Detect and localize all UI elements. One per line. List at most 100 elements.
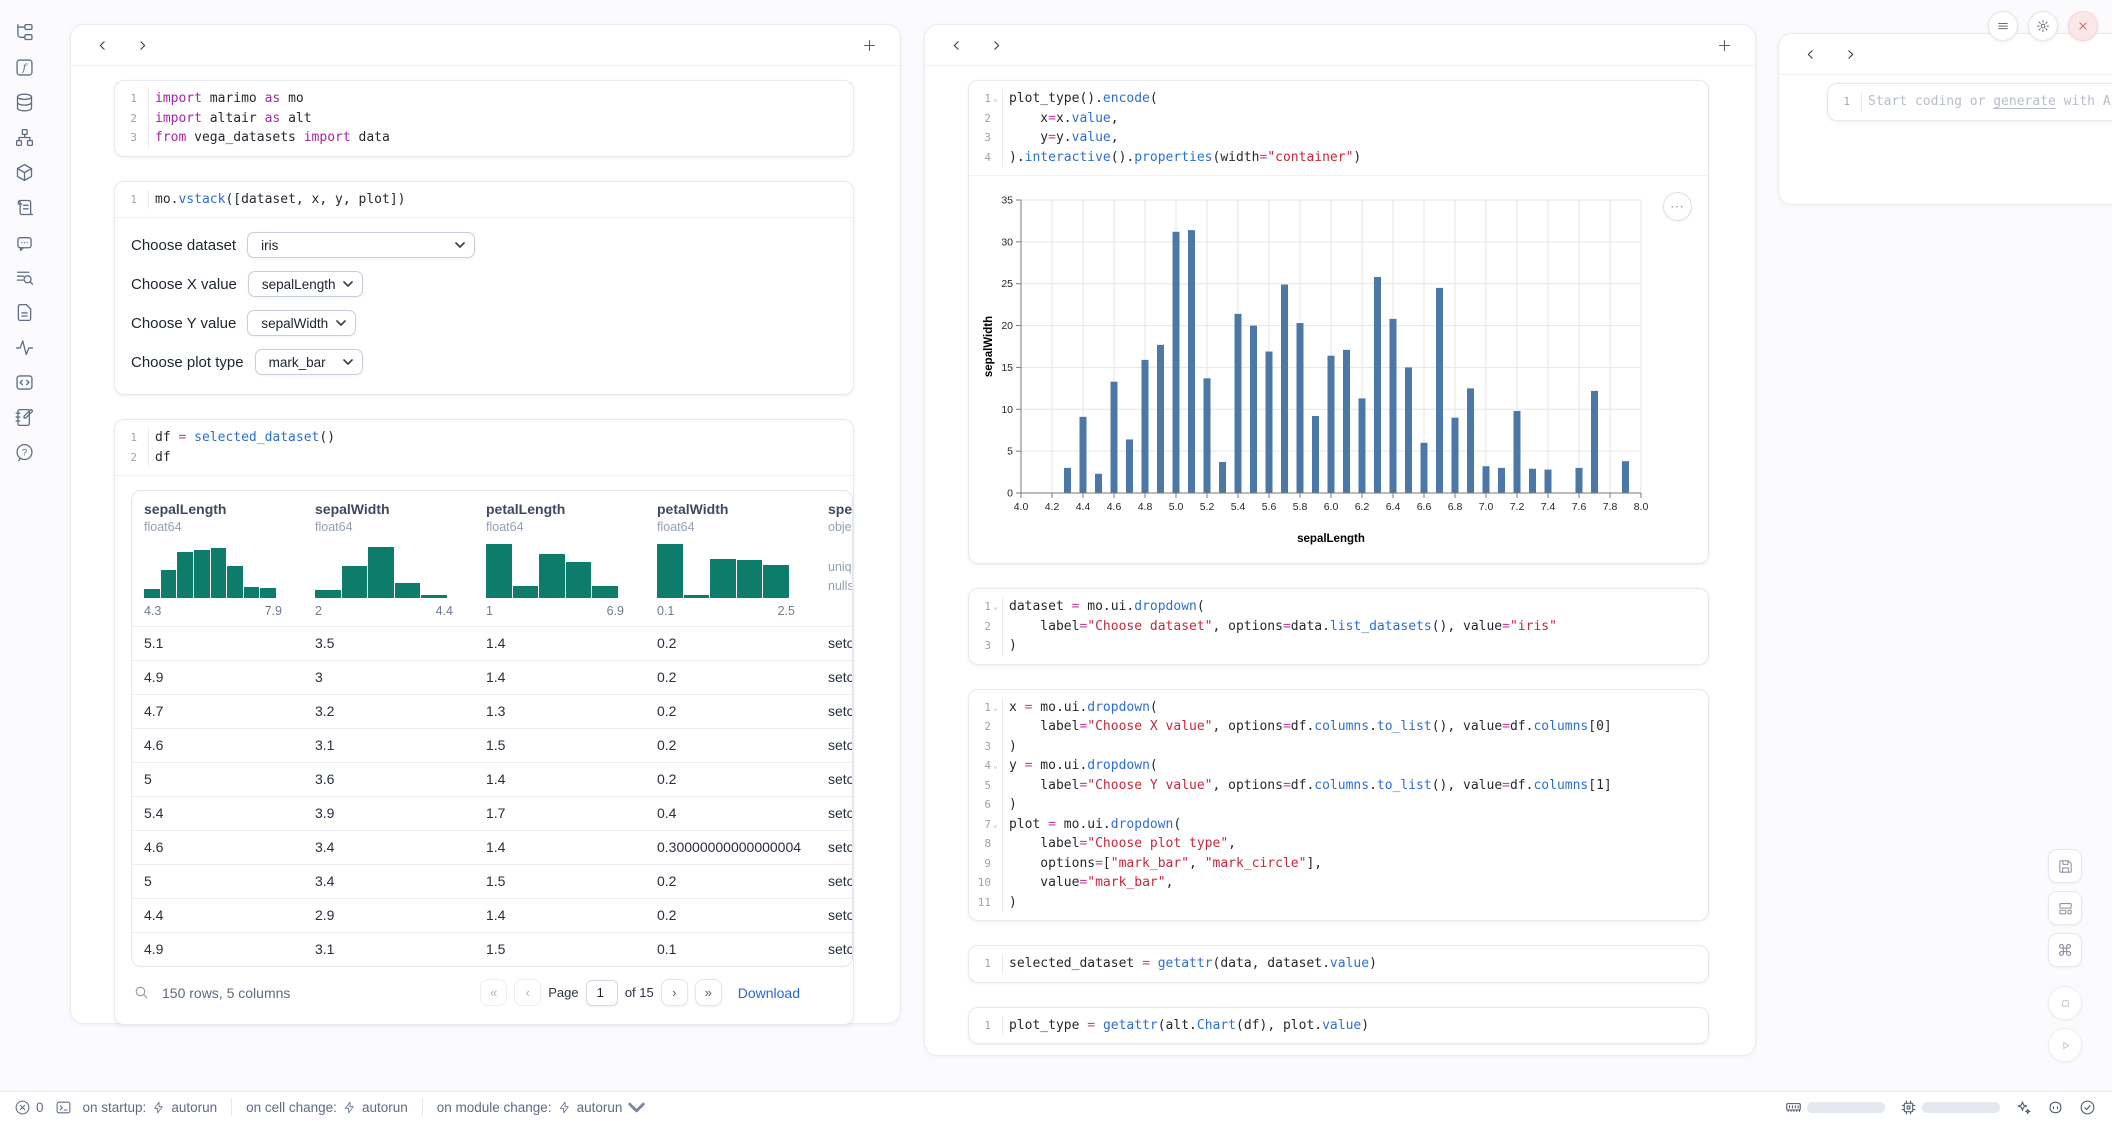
column-scroll-left-icon[interactable] xyxy=(89,32,115,58)
copilot-icon[interactable] xyxy=(2047,1099,2064,1116)
svg-text:7.2: 7.2 xyxy=(1510,501,1525,513)
download-button[interactable]: Download xyxy=(738,985,805,1001)
cell-plot-type[interactable]: 1plot_type = getattr(alt.Chart(df), plot… xyxy=(968,1007,1709,1045)
cell-plot[interactable]: 1⌄plot_type().encode(2 x=x.value,3 y=y.v… xyxy=(968,80,1709,564)
connection-check-icon[interactable] xyxy=(2079,1099,2096,1116)
column-scroll-left-icon[interactable] xyxy=(943,32,969,58)
scroll-icon[interactable] xyxy=(13,196,36,219)
control-label: Choose Y value xyxy=(131,315,236,332)
tracing-icon[interactable] xyxy=(13,336,36,359)
cell-xy-plot-dropdowns[interactable]: 1⌄x = mo.ui.dropdown(2 label="Choose X v… xyxy=(968,689,1709,922)
save-icon[interactable] xyxy=(2048,849,2082,883)
table-row[interactable]: 53.41.50.2setosa xyxy=(132,864,852,898)
run-icon[interactable] xyxy=(2048,1028,2082,1062)
dropdown-select[interactable]: iris xyxy=(247,232,475,258)
first-page-button[interactable]: « xyxy=(480,979,507,1006)
cell-selected-dataset[interactable]: 1selected_dataset = getattr(data, datase… xyxy=(968,945,1709,983)
dependency-graph-icon[interactable] xyxy=(13,126,36,149)
command-palette-icon[interactable]: ⌘ xyxy=(2048,933,2082,967)
bar-chart[interactable]: 4.04.24.44.64.85.05.25.45.65.86.06.26.46… xyxy=(981,188,1696,555)
cell-empty[interactable]: 1 Start coding or generate with AI xyxy=(1827,83,2112,121)
dropdown-select[interactable]: mark_bar xyxy=(255,349,363,375)
cell-dataframe[interactable]: 1df = selected_dataset()2df sepalLengthf… xyxy=(114,419,854,1025)
table-row[interactable]: 4.93.11.50.1setosa xyxy=(132,932,852,966)
table-row[interactable]: 5.13.51.40.2setosa xyxy=(132,626,852,660)
layout-icon[interactable] xyxy=(2048,891,2082,925)
cell-imports[interactable]: 1import marimo as mo2import altair as al… xyxy=(114,80,854,157)
table-row[interactable]: 4.73.21.30.2setosa xyxy=(132,694,852,728)
help-icon[interactable]: ? xyxy=(13,441,36,464)
svg-text:35: 35 xyxy=(1001,195,1013,207)
table-row[interactable]: 4.931.40.2setosa xyxy=(132,660,852,694)
chart-options-icon[interactable]: ⋯ xyxy=(1663,192,1692,221)
column-header-sepalLength[interactable]: sepalLengthfloat644.37.9 xyxy=(132,491,303,626)
column-header-petalLength[interactable]: petalLengthfloat6416.9 xyxy=(474,491,645,626)
svg-text:5.2: 5.2 xyxy=(1200,501,1215,513)
svg-text:6.2: 6.2 xyxy=(1355,501,1370,513)
chevron-down-icon xyxy=(628,1099,645,1116)
cell-vstack[interactable]: 1mo.vstack([dataset, x, y, plot]) Choose… xyxy=(114,181,854,396)
svg-text:7.4: 7.4 xyxy=(1541,501,1556,513)
runtime-setting[interactable]: on cell change:autorun xyxy=(246,1100,408,1115)
column-header-petalWidth[interactable]: petalWidthfloat640.12.5 xyxy=(645,491,816,626)
generate-with-ai-link[interactable]: generate xyxy=(1993,94,2056,109)
table-row[interactable]: 4.63.11.50.2setosa xyxy=(132,728,852,762)
table-row[interactable]: 5.43.91.70.4setosa xyxy=(132,796,852,830)
code-block-icon[interactable] xyxy=(13,371,36,394)
zap-icon xyxy=(152,1101,165,1114)
runtime-setting[interactable]: on module change:autorun xyxy=(437,1099,646,1116)
table-row[interactable]: 53.61.40.2setosa xyxy=(132,762,852,796)
svg-text:6.8: 6.8 xyxy=(1448,501,1463,513)
last-page-button[interactable]: » xyxy=(695,979,722,1006)
next-page-button[interactable]: › xyxy=(661,979,688,1006)
dropdown-select[interactable]: sepalLength xyxy=(248,271,364,297)
add-cell-icon[interactable] xyxy=(1711,32,1737,58)
cpu-usage[interactable] xyxy=(1900,1099,2000,1116)
table-row[interactable]: 4.42.91.40.2setosa xyxy=(132,898,852,932)
runtime-setting[interactable]: on startup:autorun xyxy=(83,1100,218,1115)
svg-text:7.6: 7.6 xyxy=(1572,501,1587,513)
chat-bot-icon[interactable] xyxy=(13,231,36,254)
ram-usage[interactable] xyxy=(1785,1099,1885,1116)
code-placeholder[interactable]: Start coding or generate with AI xyxy=(1862,92,2112,112)
column-header-sepalWidth[interactable]: sepalWidthfloat6424.4 xyxy=(303,491,474,626)
column-scroll-right-icon[interactable] xyxy=(129,32,155,58)
control-label: Choose dataset xyxy=(131,237,236,254)
notebook-column-3: 1 Start coding or generate with AI xyxy=(1778,33,2112,205)
add-cell-icon[interactable] xyxy=(856,32,882,58)
table-row[interactable]: 4.63.41.40.30000000000000004setosa xyxy=(132,830,852,864)
column-scroll-right-icon[interactable] xyxy=(1837,41,1863,67)
cell-dataset-dropdown[interactable]: 1⌄dataset = mo.ui.dropdown(2 label="Choo… xyxy=(968,588,1709,665)
search-icon[interactable] xyxy=(133,984,150,1001)
function-square-icon[interactable]: f xyxy=(13,56,36,79)
database-icon[interactable] xyxy=(13,91,36,114)
scratchpad-icon[interactable] xyxy=(13,406,36,429)
column-scroll-left-icon[interactable] xyxy=(1797,41,1823,67)
page-select[interactable]: 1 xyxy=(586,980,618,1006)
circle-x-icon xyxy=(14,1099,31,1116)
settings-gear-icon[interactable] xyxy=(2028,11,2058,41)
dropdown-select[interactable]: sepalWidth xyxy=(247,310,356,336)
chevron-down-icon xyxy=(336,320,346,326)
window-controls xyxy=(1988,11,2098,41)
close-icon[interactable] xyxy=(2068,11,2098,41)
menu-icon[interactable] xyxy=(1988,11,2018,41)
cpu-meter xyxy=(1922,1102,2000,1113)
snippets-icon[interactable] xyxy=(13,301,36,324)
doc-search-icon[interactable] xyxy=(13,266,36,289)
svg-text:15: 15 xyxy=(1001,362,1013,374)
svg-text:25: 25 xyxy=(1001,278,1013,290)
column-scroll-right-icon[interactable] xyxy=(983,32,1009,58)
stop-icon[interactable] xyxy=(2048,986,2082,1020)
file-tree-icon[interactable] xyxy=(13,21,36,44)
chevron-down-icon xyxy=(343,359,353,365)
package-icon[interactable] xyxy=(13,161,36,184)
svg-text:5.4: 5.4 xyxy=(1231,501,1246,513)
svg-text:7.0: 7.0 xyxy=(1479,501,1494,513)
terminal-icon[interactable] xyxy=(55,1099,72,1116)
column-header-species[interactable]: speciesobjectunique:nulls: xyxy=(816,491,852,626)
svg-text:7.8: 7.8 xyxy=(1603,501,1618,513)
prev-page-button[interactable]: ‹ xyxy=(514,979,541,1006)
error-indicator[interactable]: 0 xyxy=(14,1099,44,1116)
ai-sparkles-icon[interactable] xyxy=(2015,1099,2032,1116)
